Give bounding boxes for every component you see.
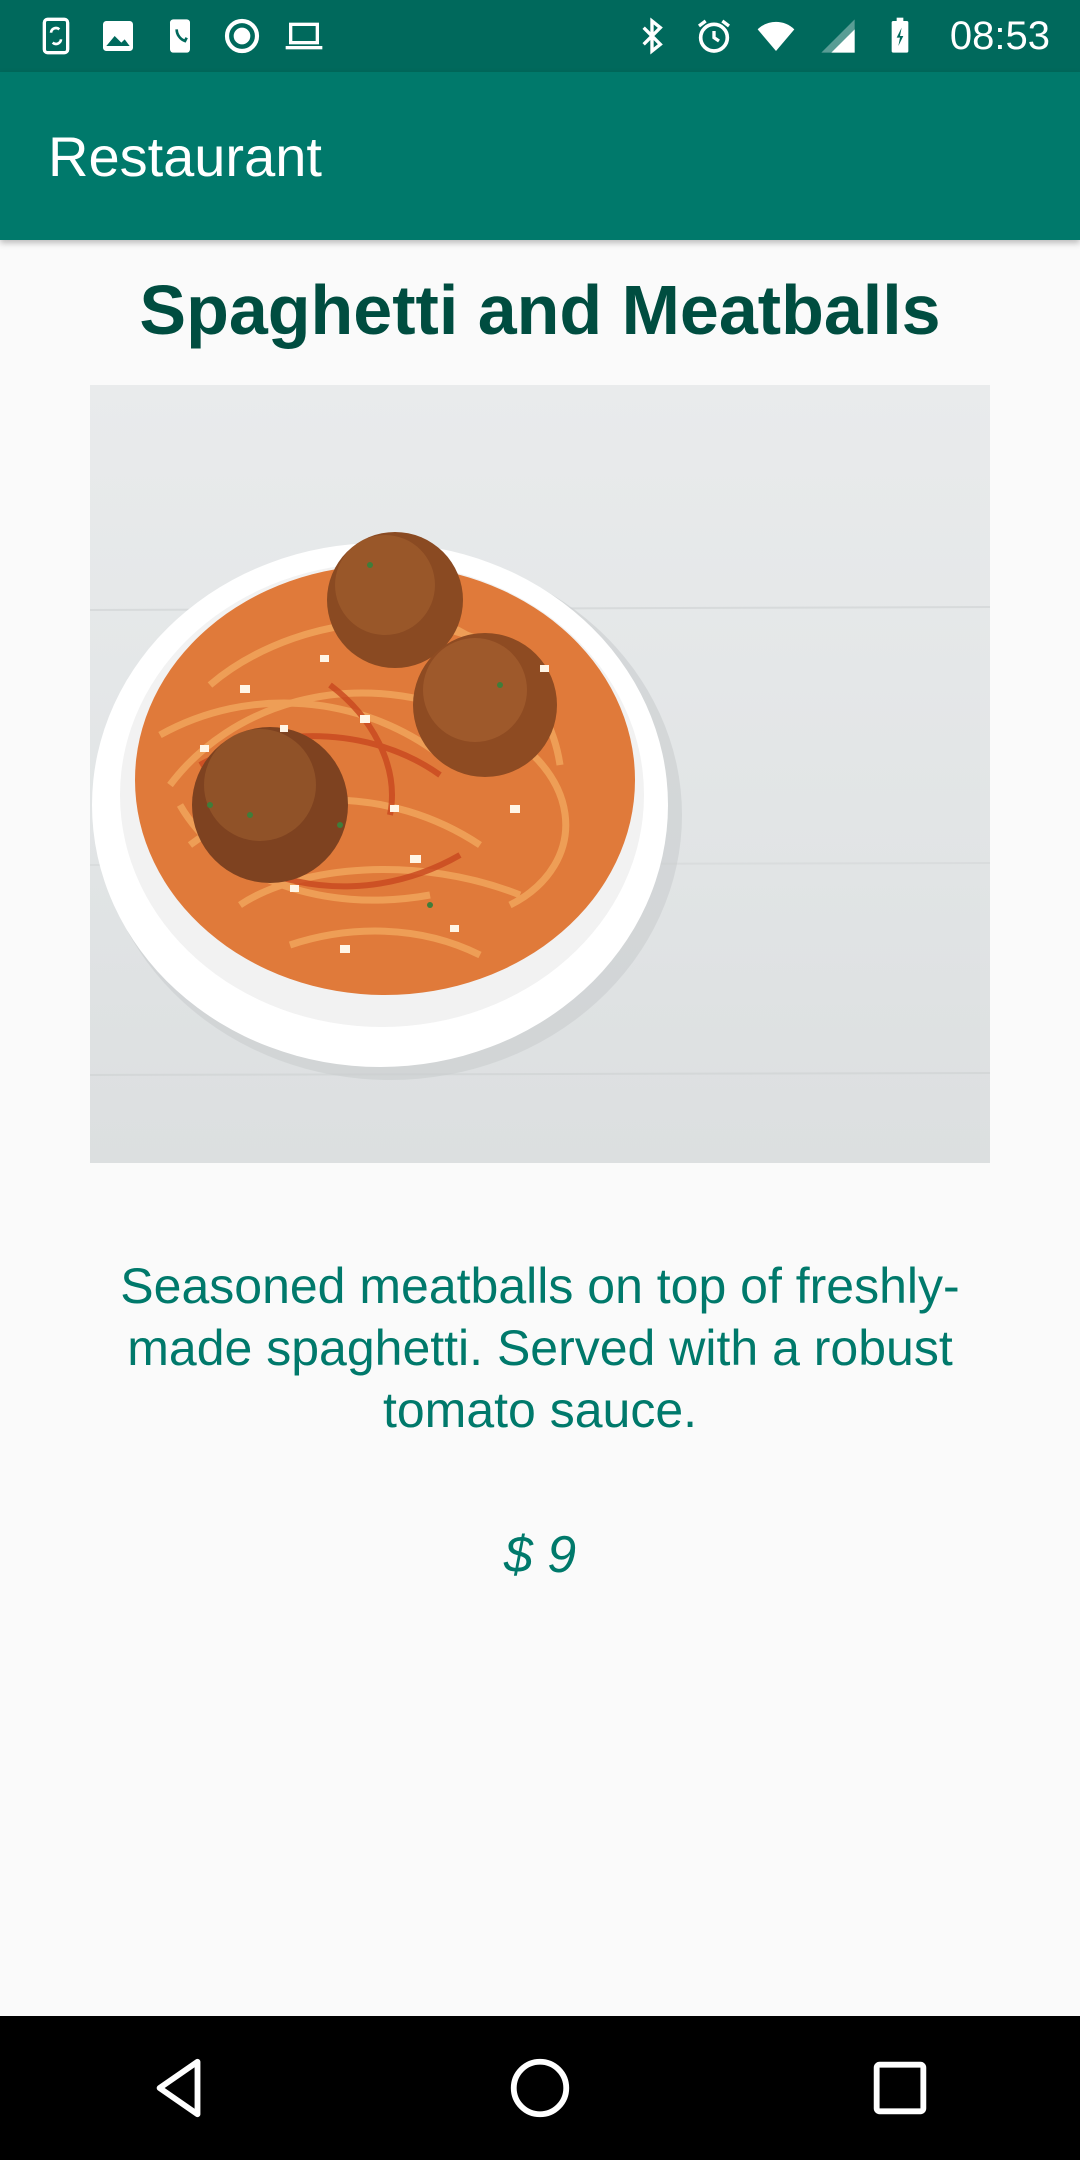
screen: 08:53 Restaurant Spaghetti and Meatballs bbox=[0, 0, 1080, 2160]
signal-icon bbox=[818, 16, 858, 56]
dish-description: Seasoned meatballs on top of freshly-mad… bbox=[120, 1258, 960, 1438]
dish-title: Spaghetti and Meatballs bbox=[139, 271, 941, 349]
phone-sync-icon bbox=[36, 16, 76, 56]
recents-icon bbox=[873, 2061, 927, 2115]
app-title: Restaurant bbox=[48, 124, 322, 188]
home-button[interactable] bbox=[480, 2028, 600, 2148]
back-icon bbox=[156, 2058, 201, 2118]
dish-image bbox=[90, 385, 990, 1163]
spaghetti-meatballs-photo bbox=[90, 532, 990, 1080]
wifi-icon bbox=[756, 16, 796, 56]
record-icon bbox=[222, 16, 262, 56]
status-left-icons bbox=[36, 16, 324, 56]
phone-icon bbox=[160, 16, 200, 56]
home-icon bbox=[510, 2058, 570, 2118]
status-bar: 08:53 bbox=[0, 0, 1080, 72]
recents-button[interactable] bbox=[840, 2028, 960, 2148]
app-bar: Restaurant bbox=[0, 72, 1080, 240]
back-button[interactable] bbox=[120, 2028, 240, 2148]
status-time: 08:53 bbox=[949, 13, 1050, 58]
alarm-icon bbox=[694, 16, 734, 56]
nav-bar bbox=[0, 2016, 1080, 2160]
dish-price: $ 9 bbox=[503, 1526, 577, 1584]
image-icon bbox=[98, 16, 138, 56]
battery-icon bbox=[880, 16, 920, 56]
bluetooth-icon bbox=[632, 16, 672, 56]
laptop-icon bbox=[284, 16, 324, 56]
status-right-icons: 08:53 bbox=[632, 14, 1050, 59]
